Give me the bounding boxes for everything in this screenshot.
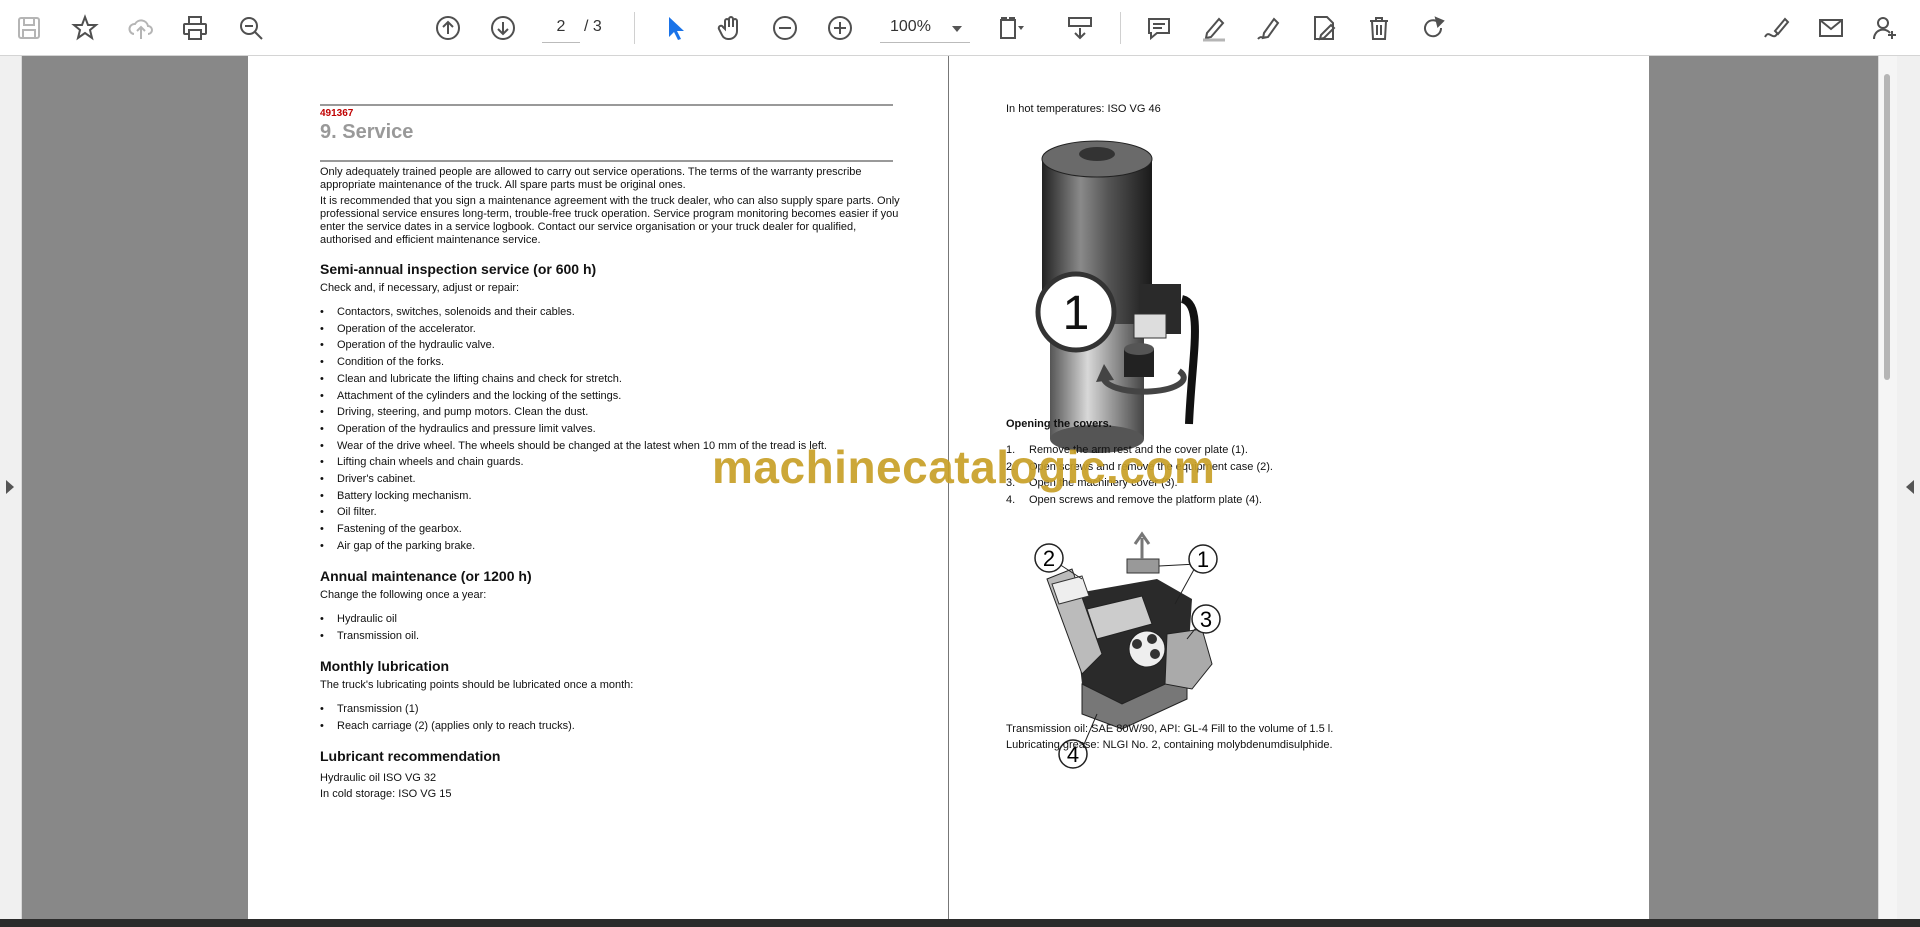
header-rule [320,104,893,106]
covers-figure: 1 2 3 4 [1034,531,1221,769]
intro-paragraph-1: Only adequately trained people are allow… [320,166,862,191]
title-rule [320,160,893,162]
figure-1-callout: 1 [1063,287,1090,340]
lubricating-grease-text: Lubricating grease: NLGI No. 2, containi… [1006,739,1333,751]
hydraulic-tank-figure: 1 [1035,140,1199,453]
delete-icon[interactable] [1360,9,1398,47]
expand-left-icon [6,480,14,494]
intro-paragraph-2: It is recommended that you sign a mainte… [320,195,900,246]
monthly-list: Transmission (1)Reach carriage (2) (appl… [320,701,900,734]
list-item: Air gap of the parking brake. [320,538,920,555]
fill-sign-icon[interactable] [1757,9,1795,47]
list-item: Operation of the accelerator. [320,321,920,338]
annual-list: Hydraulic oilTransmission oil. [320,611,900,644]
semi-annual-heading: Semi-annual inspection service (or 600 h… [320,261,597,277]
list-item: Driving, steering, and pump motors. Clea… [320,404,920,421]
hot-temperature-text: In hot temperatures: ISO VG 46 [1006,103,1161,115]
next-page-icon[interactable] [484,9,522,47]
star-icon[interactable] [66,9,104,47]
previous-page-icon[interactable] [429,9,467,47]
transmission-oil-text: Transmission oil: SAE 80W/90, API: GL-4 … [1006,723,1334,735]
zoom-out-icon[interactable] [766,9,804,47]
list-item: Operation of the hydraulic valve. [320,337,920,354]
toolbar: / 3 100% [0,0,1920,56]
monthly-lead: The truck's lubricating points should be… [320,679,634,691]
watermark: machinecatalogic.com [712,441,1216,493]
list-item: Oil filter. [320,504,920,521]
page-number-input[interactable] [542,11,580,43]
hand-tool-icon[interactable] [711,9,749,47]
semi-annual-lead: Check and, if necessary, adjust or repai… [320,282,520,294]
list-item: Operation of the hydraulics and pressure… [320,421,920,438]
scrollbar-thumb[interactable] [1884,74,1890,380]
mail-icon[interactable] [1812,9,1850,47]
cloud-upload-icon[interactable] [122,9,160,47]
lubricant-heading: Lubricant recommendation [320,748,501,764]
draw-icon[interactable] [1250,9,1288,47]
step-number: 4. [1006,494,1016,507]
list-item: Transmission (1) [320,701,900,718]
toolbar-separator [634,12,635,44]
figure-2-callout-3: 3 [1200,607,1212,632]
taskbar-edge [0,919,1920,927]
comment-icon[interactable] [1140,9,1178,47]
lubricant-line-1: Hydraulic oil ISO VG 32 [320,772,437,784]
list-item: Attachment of the cylinders and the lock… [320,388,920,405]
annual-lead: Change the following once a year: [320,589,487,601]
zoom-select[interactable]: 100% [880,11,970,43]
document-number: 491367 [320,108,354,119]
section-title: 9. Service [320,121,414,143]
zoom-in-icon[interactable] [821,9,859,47]
chevron-down-icon [952,26,962,32]
list-item: Fastening of the gearbox. [320,521,920,538]
list-item: Clean and lubricate the lifting chains a… [320,371,920,388]
annual-heading: Annual maintenance (or 1200 h) [320,568,532,584]
highlight-pen-icon[interactable] [1195,9,1233,47]
figure-2-callout-1: 1 [1197,547,1209,572]
semi-annual-list: Contactors, switches, solenoids and thei… [320,304,920,555]
print-icon[interactable] [176,9,214,47]
lubricant-line-2: In cold storage: ISO VG 15 [320,788,452,800]
list-item: Condition of the forks. [320,354,920,371]
list-item: Contactors, switches, solenoids and thei… [320,304,920,321]
step-item: 4. Open screws and remove the platform pl… [1006,492,1586,509]
list-item: Hydraulic oil [320,611,900,628]
step-text: Open screws and remove the platform plat… [1029,494,1262,507]
select-cursor-icon[interactable] [656,9,694,47]
figure-2-callout-2: 2 [1043,546,1055,571]
left-panel-toggle[interactable] [0,56,22,919]
toolbar-separator [1120,12,1121,44]
zoom-search-icon[interactable] [232,9,270,47]
expand-right-icon [1906,480,1914,494]
page-total: / 3 [584,18,602,35]
save-icon[interactable] [10,9,48,47]
page-fit-icon[interactable] [991,9,1029,47]
edit-text-icon[interactable] [1305,9,1343,47]
zoom-value: 100% [890,18,931,35]
vertical-scrollbar[interactable] [1879,56,1897,919]
monthly-heading: Monthly lubrication [320,658,450,674]
add-user-icon[interactable] [1866,9,1904,47]
list-item: Transmission oil. [320,628,900,645]
list-item: Reach carriage (2) (applies only to reac… [320,718,900,735]
scroll-mode-icon[interactable] [1061,9,1099,47]
opening-covers-heading: Opening the covers. [1006,418,1112,430]
redo-icon[interactable] [1415,9,1453,47]
